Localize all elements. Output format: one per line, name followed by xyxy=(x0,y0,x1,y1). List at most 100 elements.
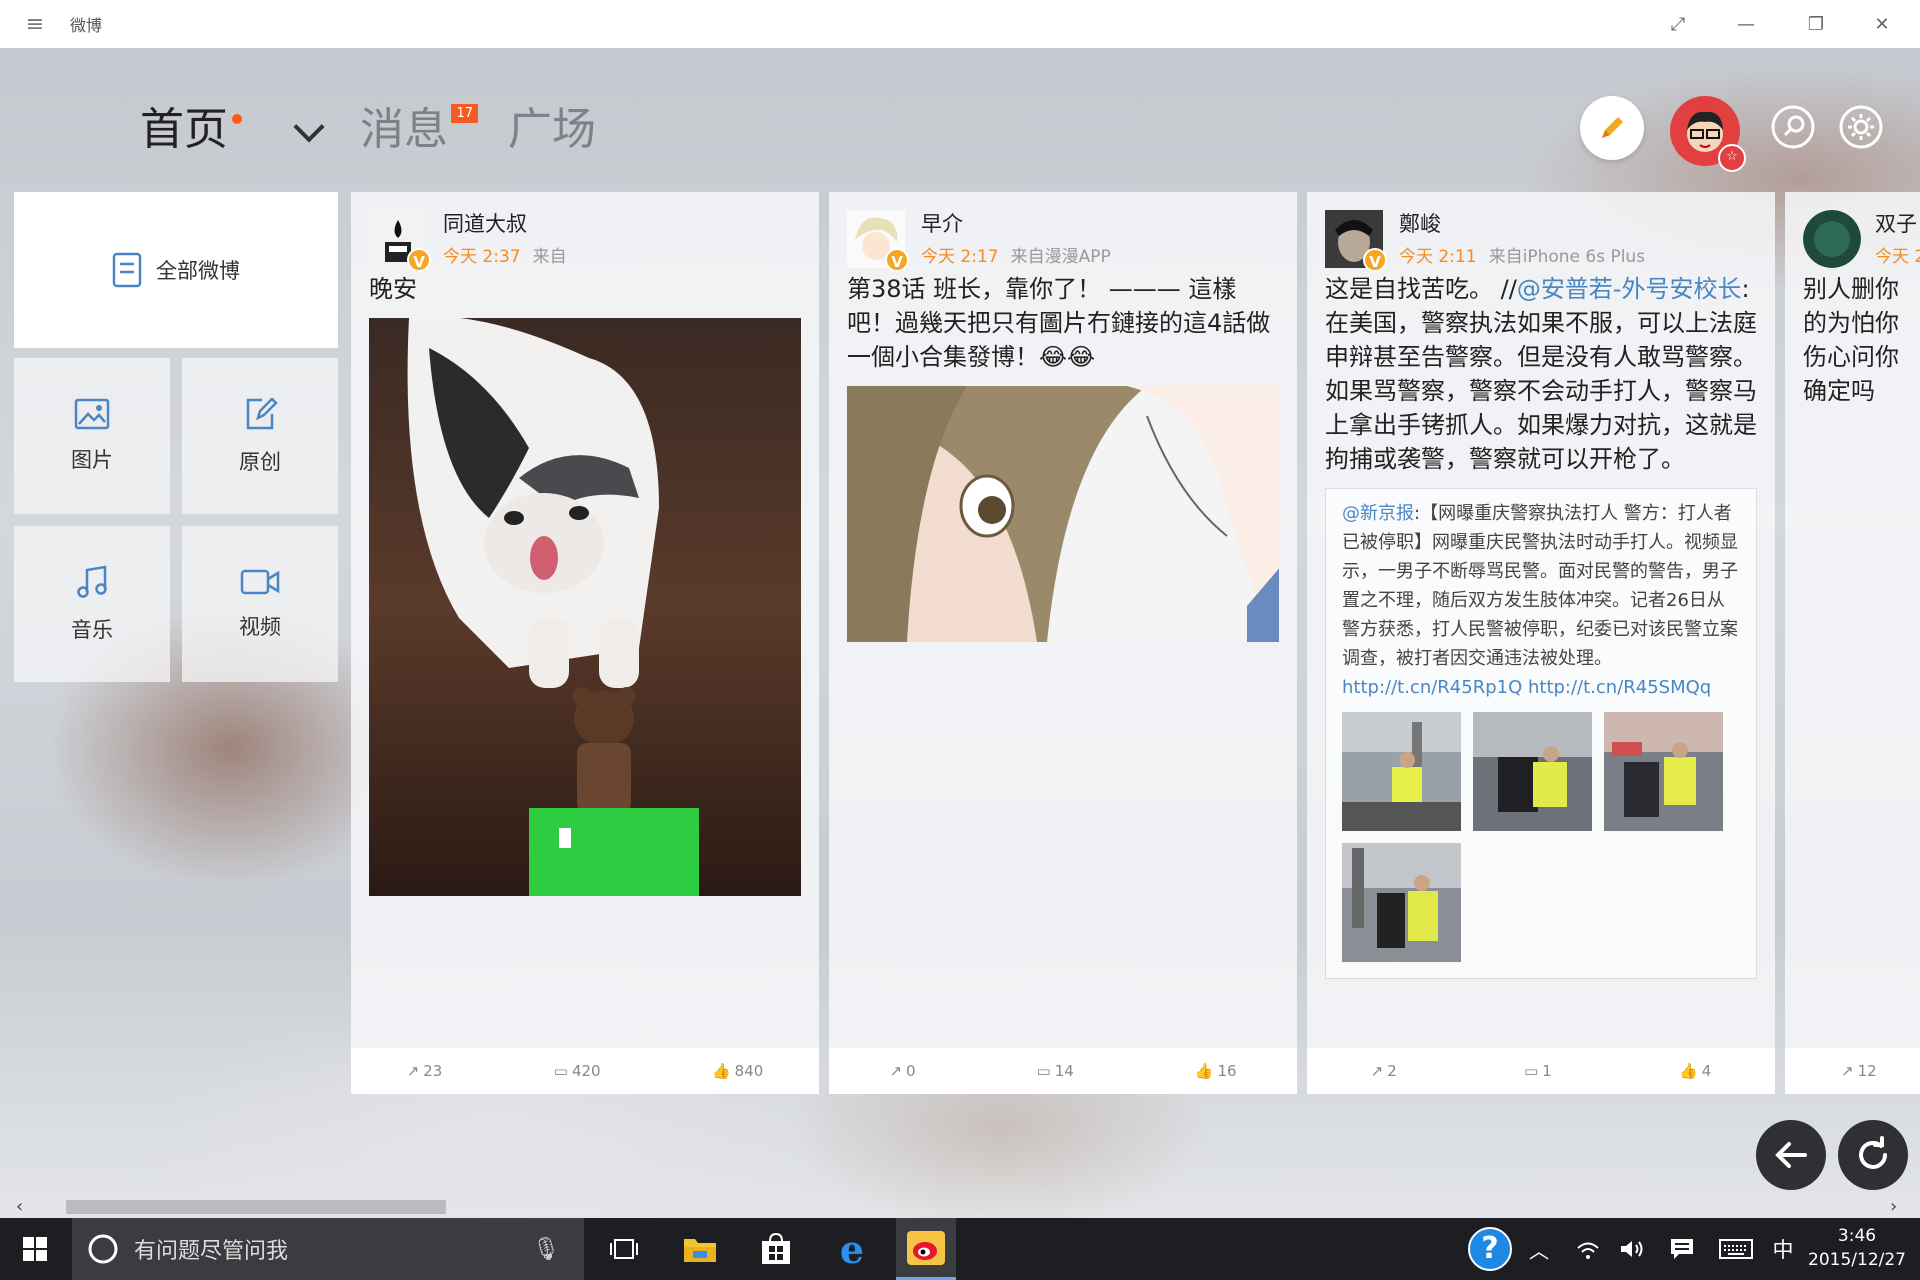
microphone-icon[interactable]: 🎙 xyxy=(532,1237,560,1262)
like-button[interactable]: 👍 16 xyxy=(1195,1062,1237,1080)
compose-button[interactable] xyxy=(1580,96,1644,160)
cortana-search-box[interactable]: 有问题尽管问我 🎙 xyxy=(72,1218,584,1280)
repost-button[interactable]: ↗ 23 xyxy=(407,1062,443,1080)
like-button[interactable]: 👍 4 xyxy=(1679,1062,1711,1080)
comment-button[interactable]: ▭ 420 xyxy=(554,1062,601,1080)
unread-dot xyxy=(232,114,242,124)
repost-thumbnails xyxy=(1342,712,1740,962)
like-button[interactable]: 👍 840 xyxy=(712,1062,763,1080)
repost-button[interactable]: ↗ 0 xyxy=(889,1062,915,1080)
repost-count: 12 xyxy=(1857,1062,1877,1080)
repost-count: 23 xyxy=(423,1062,443,1080)
reposted-weibo[interactable]: @新京报:【网曝重庆警察执法打人 警方：打人者已被停职】网曝重庆民警执法时动手打… xyxy=(1325,488,1757,979)
comment-button[interactable]: ▭ 14 xyxy=(1037,1062,1074,1080)
tab-messages[interactable]: 消息 17 xyxy=(360,104,478,152)
repost-body: :【网曝重庆警察执法打人 警方：打人者已被停职】网曝重庆民警执法时动手打人。视频… xyxy=(1342,503,1738,669)
post-source: 来自iPhone 6s Plus xyxy=(1488,247,1646,267)
repost-author-link[interactable]: @新京报 xyxy=(1342,503,1414,524)
search-button[interactable] xyxy=(1770,104,1816,154)
weibo-card[interactable]: V 早介 今天 2:17 来自漫漫APP 第38话 班长，靠你了！ ——— 這樣吧… xyxy=(829,192,1297,1094)
weibo-card[interactable]: V 同道大叔 今天 2:37 来自 晚安 ↗ 23 ▭ 420 👍 840 xyxy=(351,192,819,1094)
system-clock[interactable]: 3:46 2015/12/27 xyxy=(1808,1224,1906,1272)
thumbnail[interactable] xyxy=(1342,843,1461,962)
filter-music[interactable]: 音乐 xyxy=(14,526,170,682)
edit-document-icon xyxy=(246,397,278,430)
card-header: V 鄭峻 今天 2:11 来自iPhone 6s Plus xyxy=(1307,192,1775,272)
weibo-card[interactable]: 双子 今天 2 别人删你的为怕你伤心问你确定吗 ↗ 12 xyxy=(1785,192,1920,1094)
filter-pictures[interactable]: 图片 xyxy=(14,358,170,514)
scrollbar-thumb[interactable] xyxy=(66,1200,446,1214)
hamburger-menu-icon[interactable]: ≡ xyxy=(0,12,70,37)
thumbnail[interactable] xyxy=(1342,712,1461,831)
chevron-down-icon[interactable] xyxy=(293,111,325,143)
horizontal-scrollbar[interactable]: ‹ › xyxy=(0,1196,1920,1218)
card-header: V 同道大叔 今天 2:37 来自 xyxy=(351,192,819,272)
all-weibo-button[interactable]: 全部微博 xyxy=(14,192,338,348)
filter-video-label: 视频 xyxy=(239,615,281,639)
store-bag-icon xyxy=(762,1233,790,1264)
tab-home[interactable]: 首页 xyxy=(140,108,242,152)
edge-taskbar[interactable]: e xyxy=(826,1218,878,1280)
tab-square-label: 广场 xyxy=(508,104,596,155)
user-avatar[interactable] xyxy=(1803,210,1861,268)
network-button[interactable] xyxy=(1570,1218,1606,1280)
mention-link[interactable]: @安普若-外号安校长 xyxy=(1517,275,1742,303)
comment-button[interactable]: ▭ 1 xyxy=(1524,1062,1552,1080)
all-weibo-label: 全部微博 xyxy=(156,259,240,283)
post-image[interactable] xyxy=(847,386,1279,642)
repost-count: 2 xyxy=(1387,1062,1397,1080)
user-avatar[interactable]: ☆ xyxy=(1670,96,1746,172)
settings-button[interactable] xyxy=(1838,104,1884,154)
username[interactable]: 双子 xyxy=(1875,208,1917,238)
repost-url-links[interactable]: http://t.cn/R45Rp1Q http://t.cn/R45SMQq xyxy=(1342,673,1740,702)
action-center-button[interactable] xyxy=(1664,1218,1700,1280)
touch-keyboard-button[interactable] xyxy=(1714,1218,1758,1280)
like-count: 16 xyxy=(1217,1062,1237,1080)
scroll-right-arrow-icon[interactable]: › xyxy=(1890,1196,1897,1217)
refresh-button[interactable] xyxy=(1838,1120,1908,1190)
filter-music-label: 音乐 xyxy=(71,618,113,642)
cat-photo xyxy=(369,318,801,896)
comment-icon: ▭ xyxy=(1524,1062,1539,1080)
thumbs-up-icon: 👍 xyxy=(1679,1062,1698,1080)
filter-video[interactable]: 视频 xyxy=(182,526,338,682)
repost-button[interactable]: ↗ 2 xyxy=(1371,1062,1397,1080)
fullscreen-icon[interactable]: ⤢ xyxy=(1648,0,1708,48)
repost-button[interactable]: ↗ 12 xyxy=(1841,1062,1877,1080)
message-count-badge: 17 xyxy=(451,104,478,123)
thumbnail[interactable] xyxy=(1604,712,1723,831)
back-button[interactable] xyxy=(1756,1120,1826,1190)
store-taskbar[interactable] xyxy=(750,1218,802,1280)
volume-button[interactable] xyxy=(1614,1218,1650,1280)
username[interactable]: 同道大叔 xyxy=(443,208,527,238)
top-nav: 首页 消息 17 广场 xyxy=(140,104,632,152)
post-image[interactable] xyxy=(369,318,801,896)
start-button[interactable] xyxy=(0,1218,70,1280)
username[interactable]: 鄭峻 xyxy=(1399,208,1441,238)
post-source: 来自 xyxy=(532,247,567,267)
weibo-card[interactable]: V 鄭峻 今天 2:11 来自iPhone 6s Plus 这是自找苦吃。 //@… xyxy=(1307,192,1775,1094)
comment-count: 14 xyxy=(1054,1062,1074,1080)
help-button[interactable]: ? xyxy=(1464,1218,1516,1280)
thumbnail[interactable] xyxy=(1473,712,1592,831)
filter-original[interactable]: 原创 xyxy=(182,358,338,514)
clock-time: 3:46 xyxy=(1837,1226,1877,1246)
tab-square[interactable]: 广场 xyxy=(508,108,596,152)
refresh-icon xyxy=(1859,1136,1887,1169)
scroll-left-arrow-icon[interactable]: ‹ xyxy=(16,1196,23,1217)
task-view-button[interactable] xyxy=(598,1218,650,1280)
maximize-button[interactable]: ❐ xyxy=(1786,0,1846,48)
show-hidden-icons-button[interactable]: ︿ xyxy=(1524,1218,1554,1280)
username[interactable]: 早介 xyxy=(921,208,963,238)
manga-panel xyxy=(847,386,1279,642)
windows-taskbar: 有问题尽管问我 🎙 e ? ︿ 中 3:46 2015/12/27 xyxy=(0,1218,1920,1280)
street-photo-4 xyxy=(1342,843,1461,962)
card-actions: ↗ 2 ▭ 1 👍 4 xyxy=(1307,1048,1775,1094)
card-actions: ↗ 12 xyxy=(1785,1048,1920,1094)
minimize-button[interactable]: — xyxy=(1716,0,1776,48)
weibo-taskbar[interactable] xyxy=(896,1218,956,1280)
file-explorer-taskbar[interactable] xyxy=(674,1218,726,1280)
close-button[interactable]: ✕ xyxy=(1852,0,1912,48)
post-text: 第38话 班长，靠你了！ ——— 這樣吧！過幾天把只有圖片冇鏈接的這4話做一個小… xyxy=(847,275,1271,371)
input-method-indicator[interactable]: 中 xyxy=(1768,1218,1798,1280)
